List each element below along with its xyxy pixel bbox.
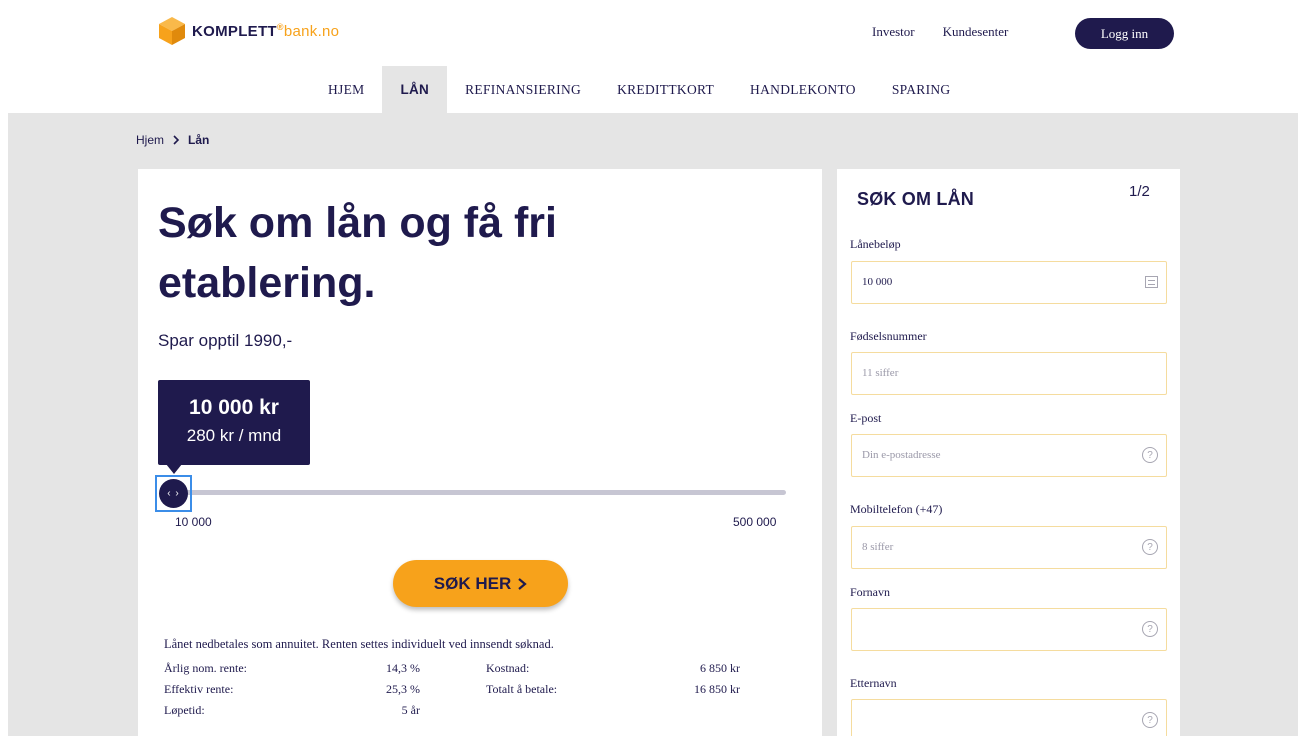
drag-arrows-icon: ‹ › xyxy=(159,479,188,508)
repayment-note: Lånet nedbetales som annuitet. Renten se… xyxy=(164,637,554,651)
nav-item-sparing[interactable]: SPARING xyxy=(874,66,969,113)
chevron-right-icon xyxy=(173,135,180,145)
form-step-indicator: 1/2 xyxy=(1129,183,1150,200)
apply-button[interactable]: SØK HER xyxy=(393,560,568,607)
term-value: 14,3 % xyxy=(386,661,420,675)
nav-item-refinansiering[interactable]: REFINANSIERING xyxy=(447,66,599,113)
first-name-field: ? xyxy=(851,608,1167,651)
page-title: Søk om lån og få fri etablering. xyxy=(158,199,557,307)
phone-input[interactable] xyxy=(862,527,1132,567)
first-name-input[interactable] xyxy=(862,609,1132,649)
term-label: Kostnad: xyxy=(486,661,530,675)
loan-amount-field xyxy=(851,261,1167,304)
email-field: ? xyxy=(851,434,1167,477)
term-label: Totalt å betale: xyxy=(486,682,558,696)
nav-item-handlekonto[interactable]: HANDLEKONTO xyxy=(732,66,874,113)
monthly-payment-display: 280 kr / mnd xyxy=(186,426,282,445)
help-icon[interactable]: ? xyxy=(1142,447,1158,463)
phone-field: ? xyxy=(851,526,1167,569)
first-name-label: Fornavn xyxy=(850,585,890,599)
loan-amount-input[interactable] xyxy=(862,262,1132,302)
nav-item-kredittkort[interactable]: KREDITTKORT xyxy=(599,66,732,113)
loan-amount-slider-track[interactable] xyxy=(172,490,786,495)
ssn-label: Fødselsnummer xyxy=(850,329,927,343)
page-subtitle: Spar opptil 1990,- xyxy=(158,331,293,350)
brand-logo[interactable]: KOMPLETT®bank.no xyxy=(158,16,339,46)
help-icon[interactable]: ? xyxy=(1142,539,1158,555)
login-button[interactable]: Logg inn xyxy=(1075,18,1174,49)
phone-label: Mobiltelefon (+47) xyxy=(850,502,943,516)
amount-tooltip: 10 000 kr 280 kr / mnd xyxy=(158,380,310,474)
term-value: 25,3 % xyxy=(386,682,420,696)
loan-amount-label: Lånebeløp xyxy=(850,237,901,251)
form-title: SØK OM LÅN xyxy=(857,189,974,209)
brand-wordmark: KOMPLETT®bank.no xyxy=(192,22,340,40)
apply-button-label: SØK HER xyxy=(433,573,512,593)
term-label: Løpetid: xyxy=(164,703,205,717)
slider-max-label: 500 000 xyxy=(733,515,777,529)
help-icon[interactable]: ? xyxy=(1142,621,1158,637)
calculator-icon[interactable] xyxy=(1145,276,1158,288)
loan-calculator-card: Søk om lån og få fri etablering. Spar op… xyxy=(138,169,822,736)
loan-application-form: SØK OM LÅN 1/2 Lånebeløp Fødselsnummer E… xyxy=(837,169,1180,736)
nav-item-hjem[interactable]: HJEM xyxy=(310,66,382,113)
cube-logo-icon xyxy=(159,17,185,45)
chevron-right-icon xyxy=(518,577,527,590)
term-label: Årlig nom. rente: xyxy=(164,661,247,675)
breadcrumb-home[interactable]: Hjem xyxy=(136,133,164,147)
last-name-input[interactable] xyxy=(862,700,1132,736)
kundesenter-link[interactable]: Kundesenter xyxy=(943,24,1009,40)
site-header: KOMPLETT®bank.no Investor Kundesenter Lo… xyxy=(0,0,1306,113)
loan-amount-slider-handle[interactable]: ‹ › xyxy=(155,475,192,512)
term-value: 6 850 kr xyxy=(700,661,740,675)
help-icon[interactable]: ? xyxy=(1142,712,1158,728)
ssn-input[interactable] xyxy=(862,353,1132,393)
term-label: Effektiv rente: xyxy=(164,682,234,696)
utility-links: Investor Kundesenter xyxy=(872,24,1008,40)
slider-min-label: 10 000 xyxy=(175,515,212,529)
breadcrumb-current: Lån xyxy=(188,133,210,147)
term-value: 16 850 kr xyxy=(694,682,740,696)
last-name-label: Etternavn xyxy=(850,676,897,690)
breadcrumb: Hjem Lån xyxy=(136,133,209,147)
term-value: 5 år xyxy=(401,703,420,717)
last-name-field: ? xyxy=(851,699,1167,736)
investor-link[interactable]: Investor xyxy=(872,24,915,40)
email-input[interactable] xyxy=(862,435,1132,475)
ssn-field xyxy=(851,352,1167,395)
nav-item-lan[interactable]: LÅN xyxy=(382,66,448,113)
main-nav: HJEM LÅN REFINANSIERING KREDITTKORT HAND… xyxy=(310,66,968,113)
loan-amount-display: 10 000 kr xyxy=(189,396,279,419)
email-label: E-post xyxy=(850,411,882,425)
